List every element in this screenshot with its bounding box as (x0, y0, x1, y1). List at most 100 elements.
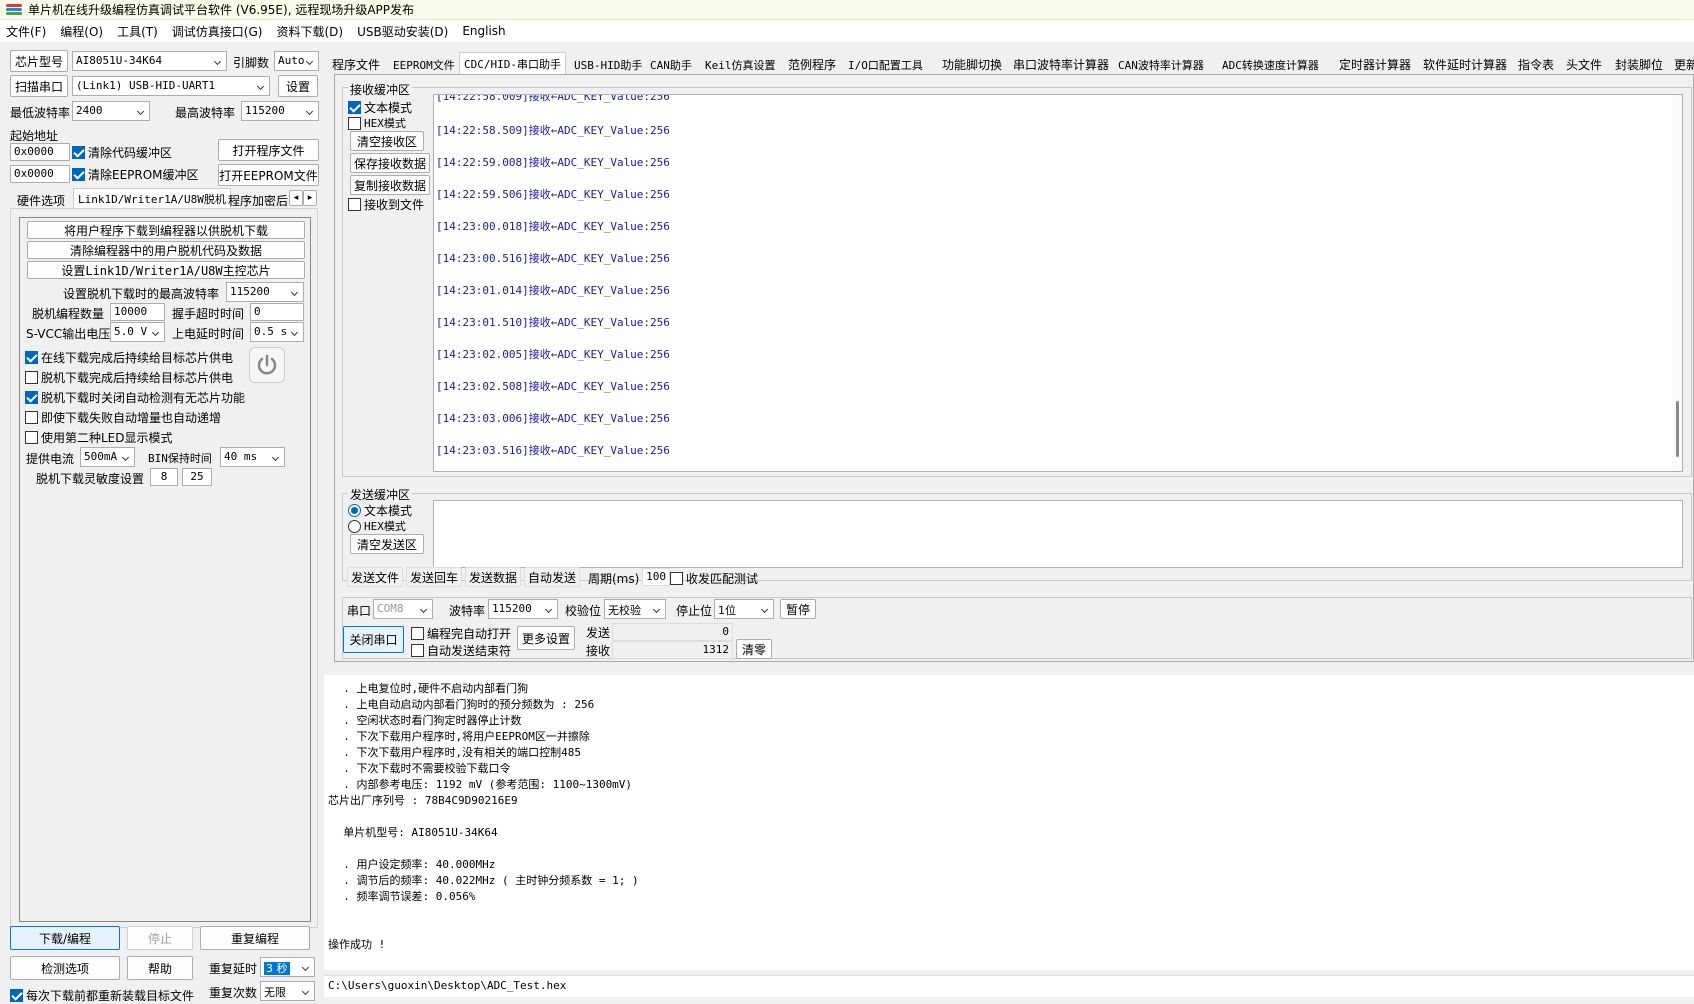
open-eeprom-file-button[interactable]: 打开EEPROM文件 (218, 164, 319, 186)
send-data-button[interactable]: 发送数据 (465, 567, 521, 587)
power-button[interactable] (249, 347, 285, 383)
repeat-delay-label: 重复延时 (209, 962, 258, 976)
offline-power-checkbox[interactable]: 脱机下载完成后持续给目标芯片供电 (25, 369, 233, 386)
scan-port-button[interactable]: 扫描串口 (10, 75, 68, 97)
receive-scrollbar-thumb[interactable] (1676, 401, 1679, 457)
led-mode-checkbox[interactable]: 使用第二种LED显示模式 (25, 429, 173, 446)
offline-max-baud-select[interactable]: 115200 (226, 282, 304, 302)
receive-text-area[interactable]: [14:22:58.009]接收←ADC_KEY_Value:256 [14:2… (433, 94, 1683, 472)
repeat-delay-select[interactable]: 3 秒 (260, 957, 315, 977)
tab-baud-calc[interactable]: 串口波特率计算器 (1009, 54, 1113, 75)
tab-timer-calc[interactable]: 定时器计算器 (1335, 54, 1415, 75)
close-port-button[interactable]: 关闭串口 (343, 626, 404, 653)
menu-tools[interactable]: 工具(T) (117, 23, 158, 40)
tab-offline-programmer[interactable]: Link1D/Writer1A/U8W脱机 (73, 188, 231, 208)
send-text-area[interactable] (433, 500, 1683, 568)
code-address-input[interactable]: 0x0000 (10, 143, 70, 161)
period-input[interactable]: 100 (642, 568, 670, 586)
handshake-timeout-input[interactable]: 0 (250, 303, 304, 321)
auto-open-checkbox[interactable]: 编程完自动打开 (411, 625, 511, 642)
pins-select[interactable]: Auto (274, 51, 319, 71)
supply-current-select[interactable]: 500mA (80, 447, 135, 467)
send-text-mode-radio[interactable]: 文本模式 (348, 502, 412, 519)
clear-code-buffer-checkbox[interactable]: 清除代码缓冲区 (72, 144, 172, 161)
tab-instructions[interactable]: 指令表 (1514, 54, 1558, 75)
stop-button[interactable]: 停止 (127, 926, 193, 950)
tab-keil[interactable]: Keil仿真设置 (701, 55, 780, 75)
clear-programmer-data-button[interactable]: 清除编程器中的用户脱机代码及数据 (27, 241, 305, 259)
svcc-voltage-select[interactable]: 5.0 V (110, 322, 165, 342)
clear-receive-button[interactable]: 清空接收区 (350, 131, 424, 151)
recv-hex-mode-checkbox[interactable]: HEX模式 (348, 115, 406, 131)
tab-eeprom-file[interactable]: EEPROM文件 (389, 55, 459, 75)
sensitivity-input-1[interactable]: 8 (150, 468, 178, 486)
receive-to-file-checkbox[interactable]: 接收到文件 (348, 196, 424, 213)
clear-count-button[interactable]: 清零 (736, 639, 772, 659)
download-program-button[interactable]: 下载/编程 (10, 926, 120, 950)
tab-pin-switch[interactable]: 功能脚切换 (938, 54, 1006, 75)
send-cr-button[interactable]: 发送回车 (406, 567, 462, 587)
disable-chip-detect-checkbox[interactable]: 脱机下载时关闭自动检测有无芯片功能 (25, 389, 245, 406)
baud-rate-select[interactable]: 115200 (488, 599, 558, 619)
auto-terminator-checkbox[interactable]: 自动发送结束符 (411, 642, 511, 659)
tab-program-file[interactable]: 程序文件 (328, 54, 384, 75)
tab-scroll-left-icon[interactable]: ◂ (289, 190, 303, 206)
tab-examples[interactable]: 范例程序 (784, 54, 840, 75)
menu-english[interactable]: English (462, 24, 505, 38)
port-settings-button[interactable]: 设置 (278, 75, 318, 97)
menu-file[interactable]: 文件(F) (6, 23, 46, 40)
menu-downloads[interactable]: 资料下载(D) (276, 23, 343, 40)
tab-io-config[interactable]: I/O口配置工具 (844, 55, 927, 75)
online-power-checkbox[interactable]: 在线下载完成后持续给目标芯片供电 (25, 349, 233, 366)
tab-serial-assistant[interactable]: CDC/HID-串口助手 (459, 52, 566, 74)
repeat-program-button[interactable]: 重复编程 (200, 926, 310, 950)
eeprom-address-input[interactable]: 0x0000 (10, 165, 70, 183)
send-file-button[interactable]: 发送文件 (347, 567, 403, 587)
recv-text-mode-checkbox[interactable]: 文本模式 (348, 99, 412, 116)
check-options-button[interactable]: 检测选项 (10, 956, 120, 980)
set-master-chip-button[interactable]: 设置Link1D/Writer1A/U8W主控芯片 (27, 261, 305, 279)
tab-delay-calc[interactable]: 软件延时计算器 (1419, 54, 1511, 75)
bin-hold-select[interactable]: 40 ms (220, 447, 285, 467)
help-button[interactable]: 帮助 (127, 956, 193, 980)
sensitivity-input-2[interactable]: 25 (182, 468, 212, 486)
copy-receive-button[interactable]: 复制接收数据 (350, 175, 430, 195)
menu-program[interactable]: 编程(O) (60, 23, 103, 40)
chip-model-select[interactable]: AI8051U-34K64 (72, 51, 227, 71)
tab-usb-hid[interactable]: USB-HID助手 (570, 55, 646, 75)
auto-increment-checkbox[interactable]: 即使下载失败自动增量也自动递增 (25, 409, 221, 426)
serial-port-select[interactable]: COM8 (373, 599, 433, 619)
menu-usb-driver[interactable]: USB驱动安装(D) (357, 23, 448, 40)
receive-scrollbar[interactable] (1672, 95, 1682, 471)
stop-bits-select[interactable]: 1位 (714, 599, 774, 619)
repeat-count-select[interactable]: 无限 (260, 981, 315, 1001)
pause-button[interactable]: 暂停 (780, 599, 816, 619)
clear-eeprom-buffer-checkbox[interactable]: 清除EEPROM缓冲区 (72, 166, 199, 183)
download-to-programmer-button[interactable]: 将用户程序下载到编程器以供脱机下载 (27, 221, 305, 239)
save-receive-button[interactable]: 保存接收数据 (350, 153, 430, 173)
max-baud-select[interactable]: 115200 (241, 101, 319, 121)
tab-scroll-right-icon[interactable]: ▸ (303, 190, 317, 206)
poweron-delay-select[interactable]: 0.5 s (250, 322, 304, 342)
open-program-file-button[interactable]: 打开程序文件 (218, 139, 319, 161)
clear-send-button[interactable]: 清空发送区 (350, 534, 424, 554)
port-select[interactable]: (Link1) USB-HID-UART1 (72, 76, 270, 96)
menu-debug[interactable]: 调试仿真接口(G) (172, 23, 263, 40)
tab-update[interactable]: 更新 (1670, 54, 1694, 75)
parity-select[interactable]: 无校验 (604, 599, 666, 619)
log-line: . 频率调节误差: 0.056% (330, 890, 476, 903)
tab-can[interactable]: CAN助手 (646, 55, 696, 75)
more-settings-button[interactable]: 更多设置 (517, 626, 575, 650)
tab-can-baud-calc[interactable]: CAN波特率计算器 (1114, 55, 1208, 75)
tab-package[interactable]: 封装脚位 (1611, 54, 1667, 75)
output-log[interactable]: . 上电复位时,硬件不启动内部看门狗 . 上电自动启动内部看门狗时的预分频数为 … (324, 675, 1694, 970)
min-baud-select[interactable]: 2400 (72, 101, 150, 121)
chip-model-button[interactable]: 芯片型号 (10, 50, 68, 72)
offline-count-input[interactable]: 10000 (110, 303, 165, 321)
send-hex-mode-radio[interactable]: HEX模式 (348, 518, 406, 534)
reload-target-checkbox[interactable]: 每次下载前都重新装载目标文件 (10, 987, 194, 1004)
tab-adc-calc[interactable]: ADC转换速度计算器 (1218, 55, 1323, 75)
auto-send-button[interactable]: 自动发送 (524, 567, 580, 587)
match-test-checkbox[interactable]: 收发匹配测试 (670, 570, 758, 587)
tab-headers[interactable]: 头文件 (1562, 54, 1606, 75)
